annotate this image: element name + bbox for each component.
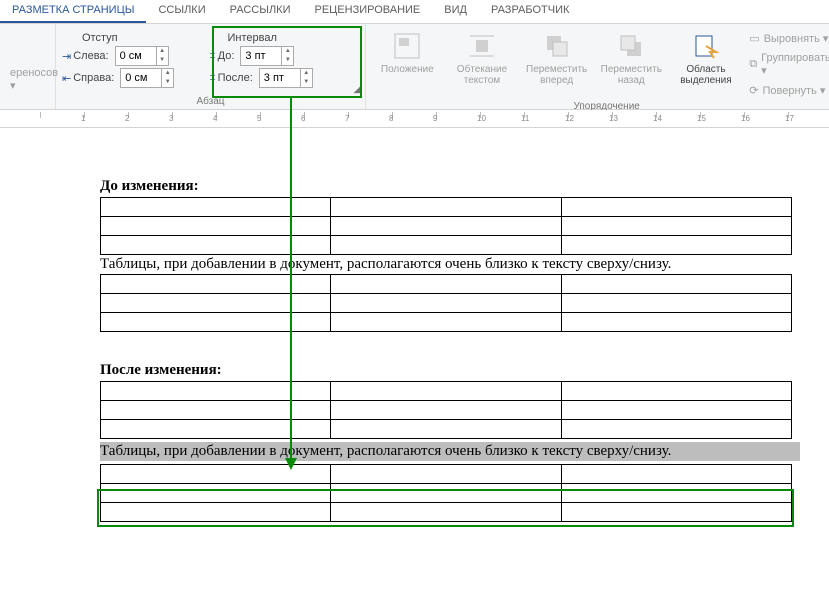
indent-right-input[interactable] <box>121 72 161 84</box>
indent-left-input[interactable] <box>116 50 156 62</box>
rotate-icon: ⟳ <box>749 84 758 97</box>
ruler-mark <box>40 112 84 118</box>
indent-right-label: Справа: <box>73 72 118 84</box>
spacing-before-spinner[interactable]: ▲▼ <box>240 46 294 66</box>
ribbon-tabs: РАЗМЕТКА СТРАНИЦЫ ССЫЛКИ РАССЫЛКИ РЕЦЕНЗ… <box>0 0 829 24</box>
indent-right-icon: ⇤ <box>62 72 71 85</box>
ruler-mark: 4 <box>216 112 260 118</box>
tab-view[interactable]: ВИД <box>432 0 479 23</box>
ruler-mark: 3 <box>172 112 216 118</box>
indent-left-label: Слева: <box>73 50 112 62</box>
spinner-down[interactable]: ▼ <box>157 56 168 65</box>
indent-title: Отступ <box>62 32 206 44</box>
selection-pane-button[interactable]: Область выделения <box>671 26 742 99</box>
spinner-down[interactable]: ▼ <box>162 78 173 87</box>
paragraph-dialog-launcher[interactable]: ◢ <box>351 83 363 95</box>
bring-forward-icon <box>541 30 573 62</box>
spacing-after-icon: ‡ <box>210 72 216 84</box>
ruler-mark: 10 <box>480 112 524 118</box>
tab-mailings[interactable]: РАССЫЛКИ <box>218 0 303 23</box>
align-icon: ▭ <box>749 32 759 45</box>
ruler-mark: 13 <box>612 112 656 118</box>
spacing-after-label: После: <box>218 72 257 84</box>
ruler-mark: 5 <box>260 112 304 118</box>
indent-left-icon: ⇥ <box>62 50 71 63</box>
spinner-down[interactable]: ▼ <box>301 78 312 87</box>
spacing-after-input[interactable] <box>260 72 300 84</box>
hyphenation-button[interactable]: ереносов ▾ <box>6 65 62 94</box>
position-icon <box>391 30 423 62</box>
paragraph-after[interactable]: Таблицы, при добавлении в документ, расп… <box>100 442 800 461</box>
tab-links[interactable]: ССЫЛКИ <box>146 0 217 23</box>
bring-forward-button[interactable]: Переместить вперед <box>521 26 592 99</box>
before-heading: До изменения: <box>100 178 829 195</box>
indent-left-spinner[interactable]: ▲▼ <box>115 46 169 66</box>
paragraph-before[interactable]: Таблицы, при добавлении в документ, расп… <box>100 255 800 274</box>
selection-pane-icon <box>690 30 722 62</box>
ruler-mark: 1 <box>84 112 128 118</box>
ribbon: ереносов ▾ Отступ ⇥ Слева: ▲▼ ⇤ Справа: <box>0 24 829 110</box>
spacing-before-input[interactable] <box>241 50 281 62</box>
group-button[interactable]: ⧉Группировать ▾ <box>745 50 829 79</box>
table-after-top[interactable] <box>100 381 792 439</box>
spinner-down[interactable]: ▼ <box>282 56 293 65</box>
ruler-mark: 16 <box>744 112 788 118</box>
send-backward-icon <box>615 30 647 62</box>
ruler-mark: 7 <box>348 112 392 118</box>
table-before-top[interactable] <box>100 197 792 255</box>
tab-page-layout[interactable]: РАЗМЕТКА СТРАНИЦЫ <box>0 0 146 23</box>
ruler-mark: 17 <box>788 112 829 118</box>
position-button[interactable]: Положение <box>372 26 443 99</box>
indent-right-spinner[interactable]: ▲▼ <box>120 68 174 88</box>
group-hyphenation-fragment: ереносов ▾ <box>0 24 56 109</box>
spacing-before-icon: ‡ <box>210 50 216 62</box>
spacing-before-label: До: <box>218 50 239 62</box>
ruler-mark: 12 <box>568 112 612 118</box>
tab-review[interactable]: РЕЦЕНЗИРОВАНИЕ <box>302 0 432 23</box>
spinner-up[interactable]: ▲ <box>301 69 312 78</box>
group-icon: ⧉ <box>749 58 757 71</box>
ruler-mark: 8 <box>392 112 436 118</box>
group-arrange: Положение Обтекание текстом Переместить … <box>366 24 829 109</box>
ruler-mark: 11 <box>524 112 568 118</box>
ruler-mark: 9 <box>436 112 480 118</box>
ruler-mark: 6 <box>304 112 348 118</box>
ruler-mark: 2 <box>128 112 172 118</box>
rotate-button[interactable]: ⟳Повернуть ▾ <box>745 82 829 99</box>
table-after-bottom[interactable] <box>100 464 792 522</box>
spinner-up[interactable]: ▲ <box>157 47 168 56</box>
table-before-bottom[interactable] <box>100 274 792 332</box>
align-button[interactable]: ▭Выровнять ▾ <box>745 30 829 47</box>
spinner-up[interactable]: ▲ <box>282 47 293 56</box>
ruler-mark: 15 <box>700 112 744 118</box>
paragraph-group-title: Абзац <box>62 94 359 109</box>
group-paragraph: Отступ ⇥ Слева: ▲▼ ⇤ Справа: ▲▼ <box>56 24 366 109</box>
spacing-after-spinner[interactable]: ▲▼ <box>259 68 313 88</box>
wrap-text-icon <box>466 30 498 62</box>
ruler-mark: 14 <box>656 112 700 118</box>
wrap-text-button[interactable]: Обтекание текстом <box>447 26 518 99</box>
after-heading: После изменения: <box>100 362 829 379</box>
tab-developer[interactable]: РАЗРАБОТЧИК <box>479 0 581 23</box>
spacing-title: Интервал <box>210 32 359 44</box>
horizontal-ruler[interactable]: 1234567891011121314151617 <box>0 110 829 128</box>
spinner-up[interactable]: ▲ <box>162 69 173 78</box>
send-backward-button[interactable]: Переместить назад <box>596 26 667 99</box>
document-area[interactable]: До изменения: Таблицы, при добавлении в … <box>0 128 829 522</box>
